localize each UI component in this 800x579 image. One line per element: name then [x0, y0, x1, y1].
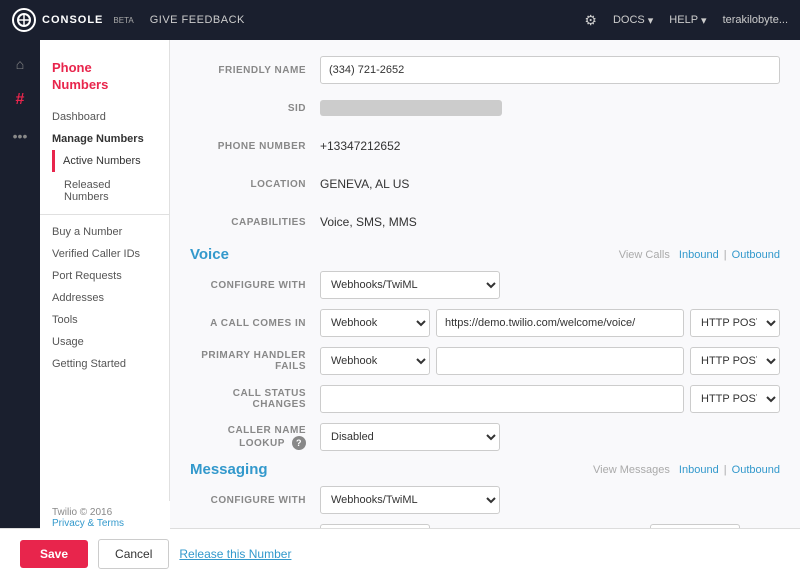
caller-name-row: CALLER NAME LOOKUP ? Disabled Enabled	[190, 423, 780, 451]
call-status-label: CALL STATUS CHANGES	[190, 388, 320, 410]
main-layout: ⌂ # ••• Phone Numbers Dashboard Manage N…	[0, 40, 800, 528]
release-number-button[interactable]: Release this Number	[179, 547, 291, 561]
view-calls-outbound-link[interactable]: Outbound	[732, 249, 780, 261]
bottom-action-bar: Save Cancel Release this Number	[0, 528, 800, 579]
messaging-configure-row: CONFIGURE WITH Webhooks/TwiML TwiML Bin	[190, 486, 780, 514]
footer-copyright: Twilio © 2016	[52, 507, 158, 518]
sidebar-item-getting-started[interactable]: Getting Started	[40, 353, 169, 375]
sidebar-item-manage-numbers[interactable]: Manage Numbers	[40, 128, 169, 150]
call-status-http[interactable]: HTTP POST HTTP GET	[690, 385, 780, 413]
location-label: LOCATION	[190, 179, 320, 190]
user-menu[interactable]: terakilobyte...	[723, 14, 788, 26]
sidebar-item-addresses[interactable]: Addresses	[40, 287, 169, 309]
sidebar-item-port-requests[interactable]: Port Requests	[40, 265, 169, 287]
give-feedback-link[interactable]: GIVE FEEDBACK	[150, 14, 245, 26]
hash-icon[interactable]: #	[4, 84, 36, 116]
top-navigation: CONSOLE BETA GIVE FEEDBACK ⚙ DOCS ▾ HELP…	[0, 0, 800, 40]
docs-dropdown[interactable]: DOCS ▾	[613, 14, 653, 27]
caller-name-select[interactable]: Disabled Enabled	[320, 423, 500, 451]
call-status-row: CALL STATUS CHANGES HTTP POST HTTP GET	[190, 385, 780, 413]
phone-number-value: +13347212652	[320, 139, 400, 153]
save-button[interactable]: Save	[20, 540, 88, 568]
friendly-name-label: FRIENDLY NAME	[190, 65, 320, 76]
logo-icon	[12, 8, 36, 32]
sidebar-divider	[40, 214, 169, 215]
call-status-input[interactable]	[320, 385, 684, 413]
footer-privacy[interactable]: Privacy & Terms	[52, 518, 158, 529]
app-title: CONSOLE	[42, 14, 103, 26]
capabilities-value: Voice, SMS, MMS	[320, 215, 417, 229]
pipe-separator-2: |	[724, 464, 730, 476]
sidebar-item-active-numbers[interactable]: Active Numbers	[52, 150, 169, 172]
sidebar: Phone Numbers Dashboard Manage Numbers A…	[40, 40, 170, 528]
home-icon[interactable]: ⌂	[4, 48, 36, 80]
logo: CONSOLE BETA	[12, 8, 134, 32]
main-content: FRIENDLY NAME SID ████████ PHONE NUMBER …	[170, 40, 800, 528]
sidebar-item-dashboard[interactable]: Dashboard	[40, 106, 169, 128]
view-messages-links: View Messages Inbound | Outbound	[591, 464, 780, 476]
message-http-select[interactable]: HTTP POST HTTP GET	[650, 524, 740, 528]
friendly-name-row: FRIENDLY NAME	[190, 56, 780, 84]
call-type-select[interactable]: Webhook	[320, 309, 430, 337]
capabilities-row: CAPABILITIES Voice, SMS, MMS	[190, 208, 780, 236]
voice-configure-label: CONFIGURE WITH	[190, 280, 320, 291]
messaging-title: Messaging	[190, 461, 268, 478]
phone-number-label: PHONE NUMBER	[190, 141, 320, 152]
pipe-separator: |	[724, 249, 730, 261]
view-messages-outbound-link[interactable]: Outbound	[732, 464, 780, 476]
sidebar-item-buy-number[interactable]: Buy a Number	[40, 221, 169, 243]
primary-handler-voice-input[interactable]	[436, 347, 684, 375]
help-icon: ?	[292, 436, 306, 450]
view-calls-inbound-link[interactable]: Inbound	[679, 249, 719, 261]
sid-label: SID	[190, 103, 320, 114]
voice-configure-row: CONFIGURE WITH Webhooks/TwiML TwiML Bin	[190, 271, 780, 299]
caller-name-label: CALLER NAME LOOKUP ?	[190, 425, 320, 450]
friendly-name-input[interactable]	[320, 56, 780, 84]
call-comes-in-row: A CALL COMES IN Webhook HTTP POST HTTP G…	[190, 309, 780, 337]
help-dropdown[interactable]: HELP ▾	[669, 14, 706, 27]
annotation-arrow	[414, 526, 514, 528]
primary-handler-voice-select[interactable]: Webhook	[320, 347, 430, 375]
sidebar-section-title: Phone Numbers	[40, 52, 169, 106]
messaging-section-header: Messaging View Messages Inbound | Outbou…	[190, 461, 780, 478]
sidebar-item-tools[interactable]: Tools	[40, 309, 169, 331]
sid-value: ████████	[320, 100, 502, 116]
view-calls-links: View Calls Inbound | Outbound	[617, 249, 780, 261]
voice-section-header: Voice View Calls Inbound | Outbound	[190, 246, 780, 263]
messaging-configure-label: CONFIGURE WITH	[190, 495, 320, 506]
sidebar-item-released-numbers[interactable]: Released Numbers	[40, 174, 169, 208]
message-comes-in-label: A MESSAGE COMES IN	[190, 527, 320, 528]
primary-handler-voice-label: PRIMARY HANDLER FAILS	[190, 350, 320, 372]
call-http-select[interactable]: HTTP POST HTTP GET	[690, 309, 780, 337]
call-comes-in-label: A CALL COMES IN	[190, 318, 320, 329]
messaging-configure-select[interactable]: Webhooks/TwiML TwiML Bin	[320, 486, 500, 514]
phone-number-row: PHONE NUMBER +13347212652	[190, 132, 780, 160]
voice-configure-select[interactable]: Webhooks/TwiML TwiML Bin	[320, 271, 500, 299]
sidebar-item-usage[interactable]: Usage	[40, 331, 169, 353]
location-value: GENEVA, AL US	[320, 177, 409, 191]
sidebar-item-verified-caller[interactable]: Verified Caller IDs	[40, 243, 169, 265]
view-messages-inbound-link[interactable]: Inbound	[679, 464, 719, 476]
capabilities-label: CAPABILITIES	[190, 217, 320, 228]
more-icon[interactable]: •••	[4, 120, 36, 152]
sid-row: SID ████████	[190, 94, 780, 122]
voice-title: Voice	[190, 246, 229, 263]
call-url-input[interactable]	[436, 309, 684, 337]
location-row: LOCATION GENEVA, AL US	[190, 170, 780, 198]
settings-icon[interactable]: ⚙	[584, 12, 597, 29]
primary-handler-voice-http[interactable]: HTTP POST HTTP GET	[690, 347, 780, 375]
cancel-button[interactable]: Cancel	[98, 539, 169, 569]
sidebar-footer: Twilio © 2016 Privacy & Terms	[40, 501, 170, 535]
primary-handler-voice-row: PRIMARY HANDLER FAILS Webhook HTTP POST …	[190, 347, 780, 375]
icon-strip: ⌂ # •••	[0, 40, 40, 528]
message-comes-in-row: A MESSAGE COMES IN Webhook your ngrok ur…	[190, 524, 780, 528]
beta-badge: BETA	[113, 16, 133, 25]
